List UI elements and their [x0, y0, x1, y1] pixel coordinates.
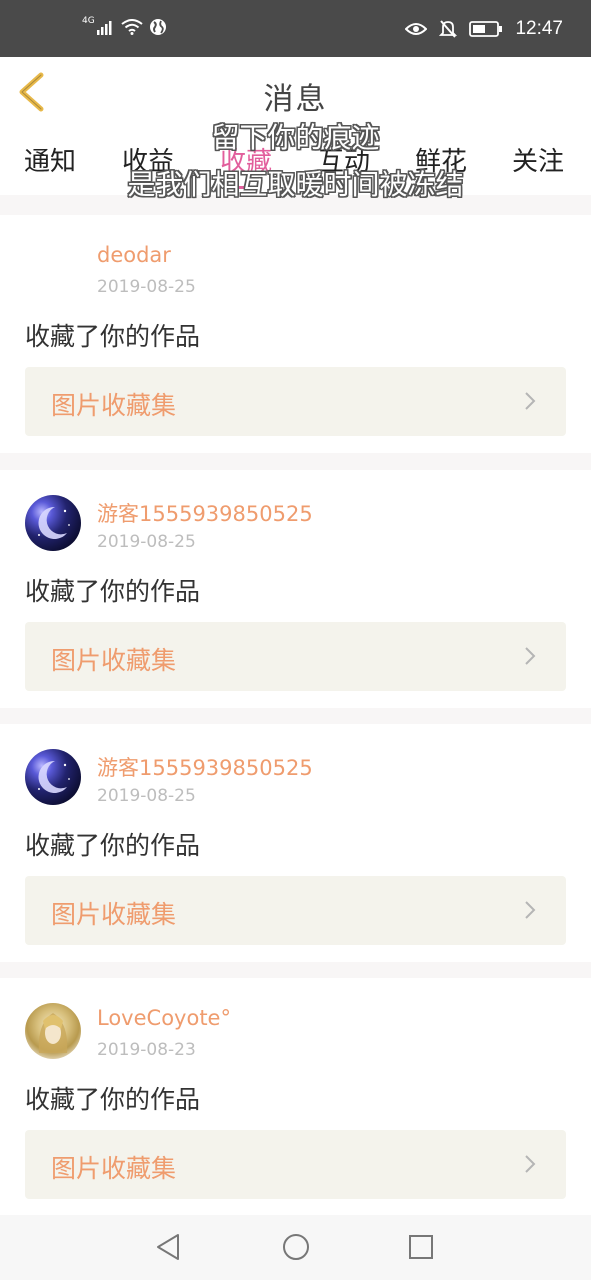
tab-favorites[interactable]: 收藏	[220, 141, 272, 178]
chevron-right-icon	[525, 647, 536, 665]
date: 2019-08-23	[97, 1040, 196, 1060]
collection-link[interactable]: 图片收藏集	[25, 622, 566, 691]
network-type: 4G	[82, 16, 95, 26]
status-left: 4G	[82, 16, 167, 36]
action-text: 收藏了你的作品	[25, 577, 201, 606]
avatar[interactable]	[25, 749, 81, 805]
bell-off-icon	[439, 20, 458, 38]
collection-label: 图片收藏集	[51, 646, 177, 675]
chevron-right-icon	[525, 901, 536, 919]
action-text: 收藏了你的作品	[25, 322, 201, 351]
tab-flowers[interactable]: 鲜花	[415, 141, 467, 178]
feed-item[interactable]: LoveCoyote° 2019-08-23 收藏了你的作品 图片收藏集	[0, 978, 591, 1216]
page-title: 消息	[263, 82, 328, 117]
nav-back-icon[interactable]	[154, 1232, 184, 1262]
collection-link[interactable]: 图片收藏集	[25, 876, 566, 945]
system-nav-bar	[0, 1215, 591, 1280]
avatar[interactable]	[25, 1003, 81, 1059]
username[interactable]: 游客1555939850525	[97, 752, 313, 782]
tab-notify[interactable]: 通知	[24, 141, 76, 178]
collection-label: 图片收藏集	[51, 391, 177, 420]
wifi-icon	[121, 19, 143, 35]
avatar[interactable]	[25, 495, 81, 551]
chevron-right-icon	[525, 392, 536, 410]
nav-recents-icon[interactable]	[406, 1232, 436, 1262]
portrait-icon	[38, 1013, 68, 1053]
username[interactable]: deodar	[97, 243, 171, 267]
moon-icon	[38, 506, 70, 539]
active-tab-indicator	[233, 186, 259, 189]
globe-icon	[149, 19, 166, 35]
nav-home-icon[interactable]	[281, 1232, 311, 1262]
collection-label: 图片收藏集	[51, 900, 177, 929]
chevron-right-icon	[525, 1155, 536, 1173]
clock: 12:47	[515, 18, 563, 39]
feed-item[interactable]: deodar 2019-08-25 收藏了你的作品 图片收藏集	[0, 215, 591, 453]
eye-icon	[405, 23, 428, 35]
action-text: 收藏了你的作品	[25, 831, 201, 860]
status-right: 12:47	[405, 18, 563, 40]
collection-link[interactable]: 图片收藏集	[25, 367, 566, 436]
tab-bar: 通知 收益 收藏 互动 鲜花 关注	[0, 129, 591, 195]
signal-icon	[96, 21, 112, 35]
battery-icon	[469, 21, 503, 37]
header: 消息	[0, 57, 591, 130]
collection-label: 图片收藏集	[51, 1154, 177, 1183]
status-bar: 4G 12:47	[0, 0, 591, 57]
feed-item[interactable]: 游客1555939850525 2019-08-25 收藏了你的作品 图片收藏集	[0, 470, 591, 708]
date: 2019-08-25	[97, 786, 196, 806]
username[interactable]: 游客1555939850525	[97, 498, 313, 528]
username[interactable]: LoveCoyote°	[97, 1006, 231, 1030]
tab-earnings[interactable]: 收益	[122, 141, 174, 178]
date: 2019-08-25	[97, 277, 196, 297]
tab-interactions[interactable]: 互动	[318, 141, 370, 178]
avatar[interactable]	[25, 240, 81, 296]
action-text: 收藏了你的作品	[25, 1085, 201, 1114]
collection-link[interactable]: 图片收藏集	[25, 1130, 566, 1199]
tab-following[interactable]: 关注	[512, 141, 564, 178]
feed-item[interactable]: 游客1555939850525 2019-08-25 收藏了你的作品 图片收藏集	[0, 724, 591, 962]
date: 2019-08-25	[97, 532, 196, 552]
moon-icon	[38, 760, 70, 793]
